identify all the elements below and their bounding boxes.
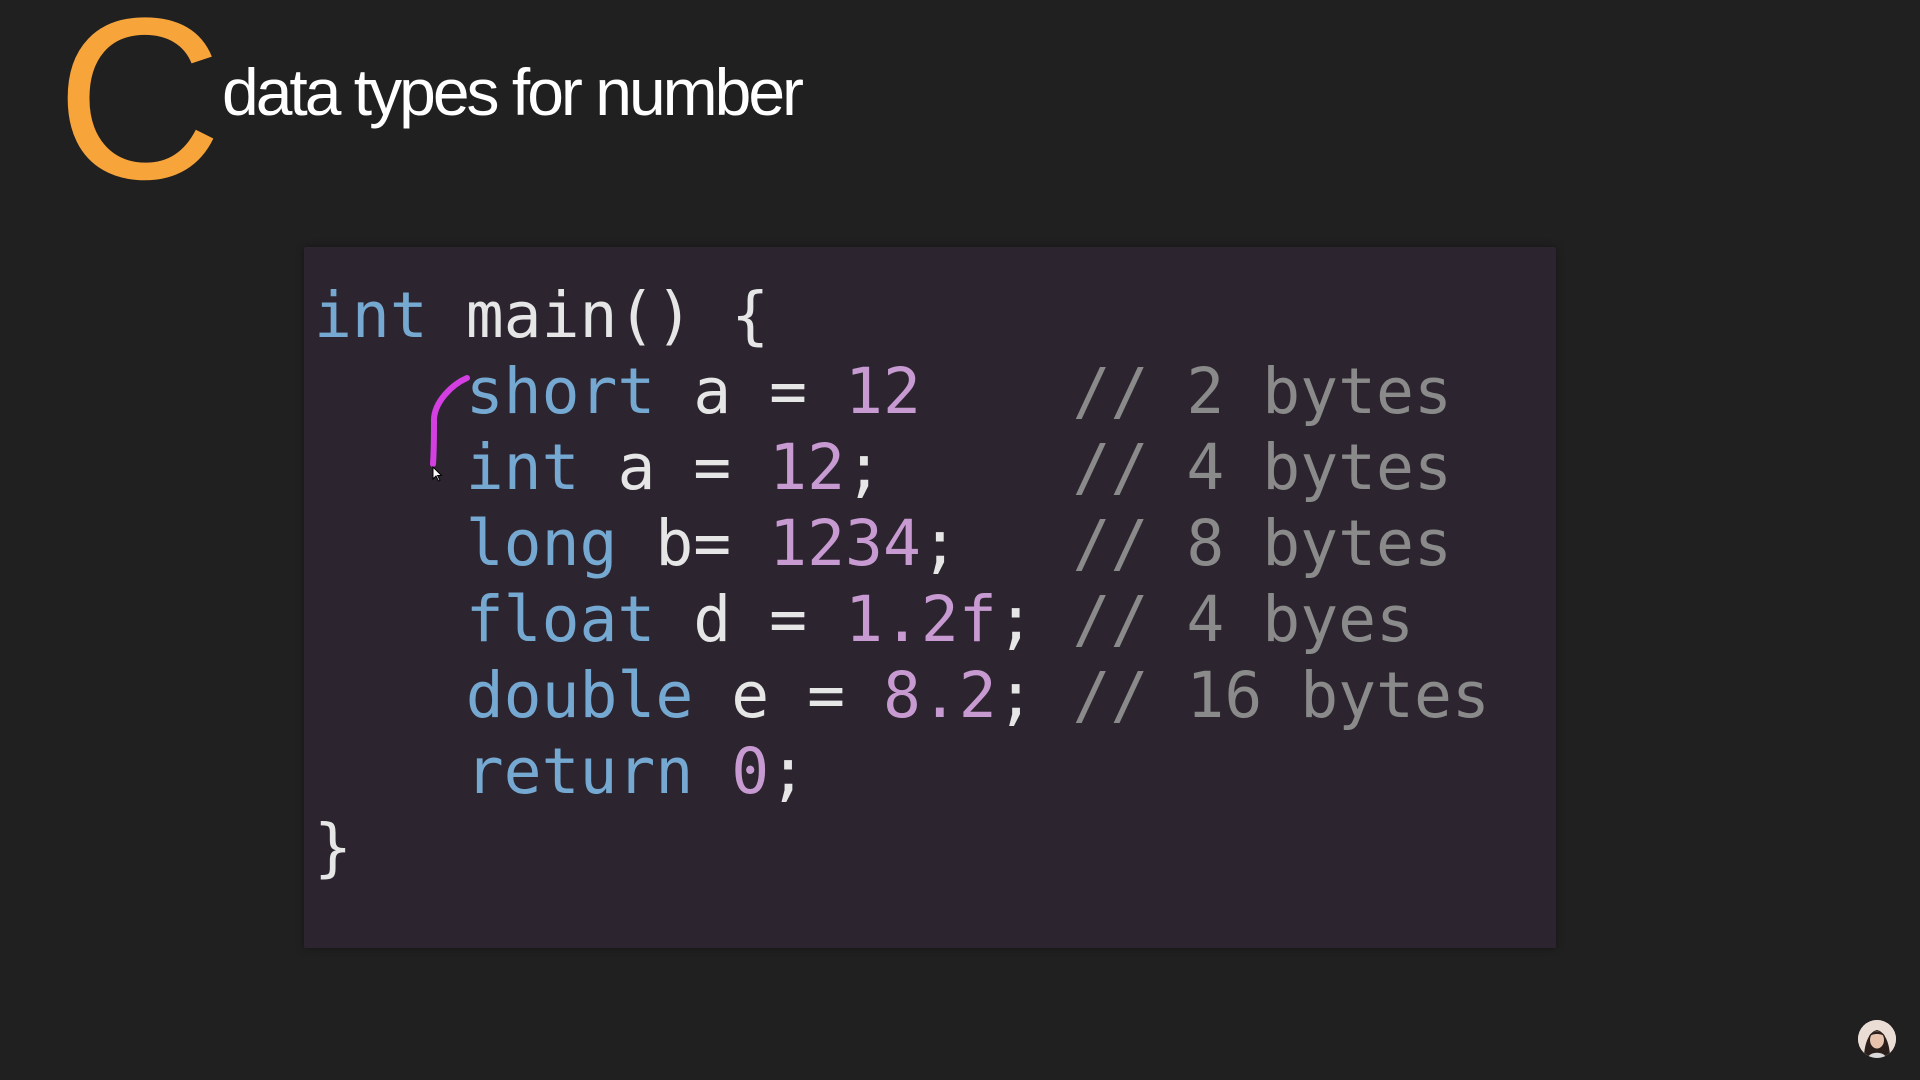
pen-stroke-icon — [430, 375, 470, 467]
code-number: 8.2 — [882, 659, 997, 732]
code-line-3: int a = 12; // 4 bytes — [314, 430, 1452, 506]
c-logo: C — [56, 0, 223, 227]
code-line-2: short a = 12 // 2 bytes — [314, 354, 1452, 430]
code-keyword: int — [465, 431, 580, 504]
code-pad — [959, 507, 1073, 580]
code-line-6: double e = 8.2; // 16 bytes — [314, 658, 1490, 734]
code-closing-brace: } — [314, 811, 352, 884]
code-text: d = — [655, 583, 846, 656]
code-comment: // 16 bytes — [1072, 659, 1490, 732]
code-punct: ; — [845, 431, 883, 504]
code-line-7: return 0; — [314, 734, 807, 810]
code-line-5: float d = 1.2f; // 4 byes — [314, 582, 1414, 658]
code-keyword: long — [465, 507, 618, 580]
code-text: a = — [655, 355, 846, 428]
presenter-avatar-icon — [1858, 1020, 1896, 1058]
code-panel: int main() { short a = 12 // 2 bytes int… — [304, 247, 1556, 948]
code-pad — [921, 355, 1073, 428]
code-punct: ; — [996, 583, 1035, 656]
code-text: a = — [579, 431, 770, 504]
code-punct: ; — [996, 659, 1035, 732]
code-number: 0 — [731, 735, 770, 808]
code-comment: // 4 bytes — [1072, 431, 1452, 504]
slide-title: data types for number — [222, 55, 804, 129]
slide: C data types for number int main() { sho… — [0, 0, 1920, 1080]
code-text: e = — [693, 659, 883, 732]
code-punct: ; — [769, 735, 808, 808]
code-number: 12 — [845, 355, 921, 428]
code-keyword: return — [465, 735, 694, 808]
code-text: main() { — [427, 279, 770, 352]
code-number: 1234 — [769, 507, 921, 580]
code-comment: // 2 bytes — [1072, 355, 1452, 428]
code-keyword: int — [314, 279, 428, 352]
code-punct: ; — [920, 507, 959, 580]
code-keyword: short — [465, 355, 656, 428]
code-line-8: } — [314, 810, 352, 886]
code-number: 1.2f — [845, 583, 997, 656]
code-comment: // 4 byes — [1072, 583, 1414, 656]
code-keyword: double — [465, 659, 694, 732]
code-pad — [1035, 583, 1073, 656]
code-line-4: long b= 1234; // 8 bytes — [314, 506, 1452, 582]
code-line-1: int main() { — [314, 278, 769, 354]
code-comment: // 8 bytes — [1072, 507, 1452, 580]
code-number: 12 — [769, 431, 846, 504]
code-text: b= — [617, 507, 770, 580]
mouse-cursor-icon — [432, 466, 443, 482]
code-pad — [883, 431, 1073, 504]
code-pad — [1035, 659, 1073, 732]
code-keyword: float — [465, 583, 656, 656]
